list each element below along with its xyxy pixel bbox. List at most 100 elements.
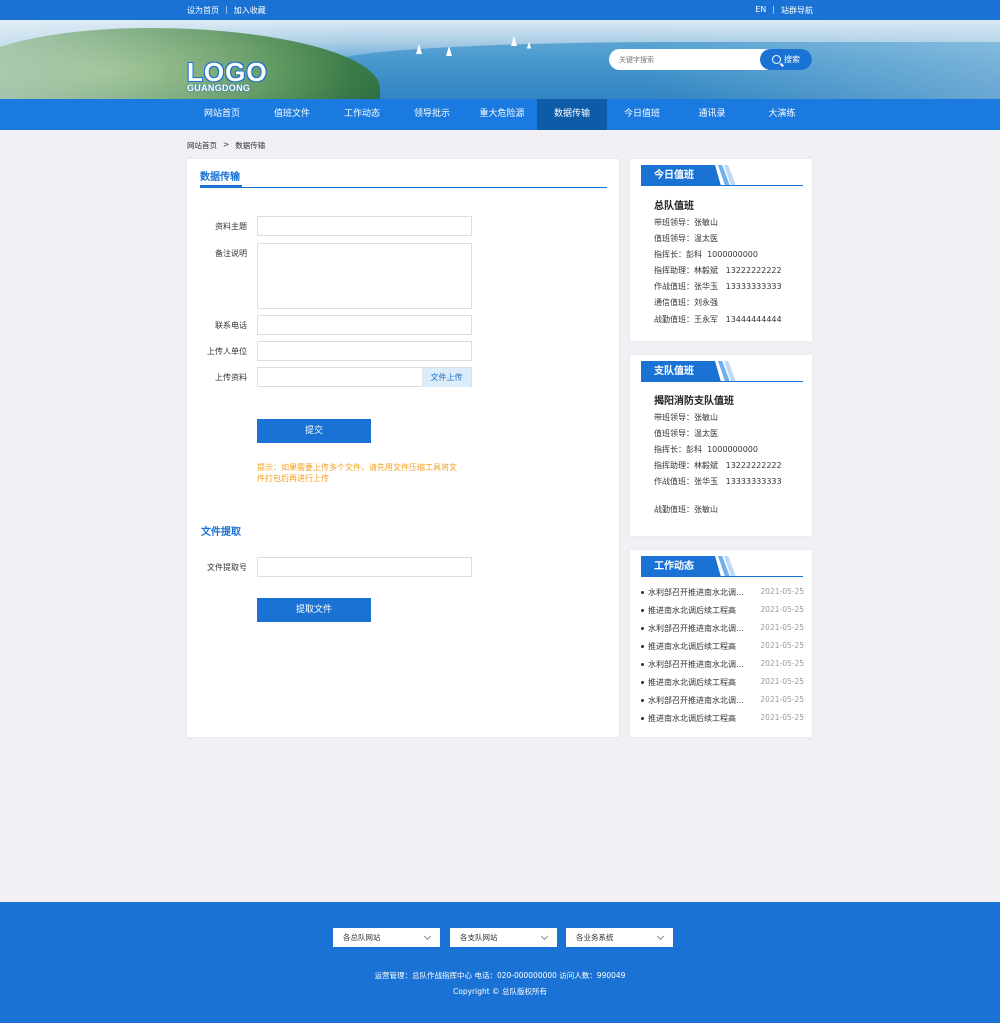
tab-underline [641,576,803,577]
duty-line: 通信值班：刘永强 [654,298,718,307]
breadcrumb-separator: > [223,140,230,149]
bullet-icon [641,663,644,666]
nav-item-today-duty[interactable]: 今日值班 [607,99,677,130]
nav-item-drill[interactable]: 大演练 [747,99,817,130]
duty-line: 指挥助理：林毅斌 13222222222 [654,461,782,470]
phone-input[interactable] [257,315,472,335]
select-corps-sites[interactable]: 各总队网站 [333,928,440,947]
bullet-icon [641,681,644,684]
news-date: 2021-05-25 [760,677,804,686]
news-date: 2021-05-25 [760,659,804,668]
header-banner: LOGO GUANGDONG 搜索 [0,20,1000,99]
search-button[interactable]: 搜索 [760,49,812,70]
upload-tip: 提示：如果需要上传多个文件，请先用文件压缩工具将文 件打包后再进行上传 [257,462,482,484]
news-title: 推进南水北调后续工程高 [648,606,736,615]
chevron-down-icon [423,932,432,941]
search-input[interactable] [619,53,759,66]
chevron-down-icon [540,932,549,941]
bullet-icon [641,627,644,630]
divider: | [772,5,775,14]
news-title: 水利部召开推进南水北调... [648,588,744,597]
search-icon [772,55,781,64]
news-date: 2021-05-25 [760,623,804,632]
bullet-icon [641,717,644,720]
unit-input[interactable] [257,341,472,361]
select-label: 各总队网站 [343,933,381,942]
sailboat-icon [446,46,452,56]
nav-item-hazards[interactable]: 重大危险源 [467,99,537,130]
duty-line: 作战值班：张华玉 13333333333 [654,282,782,291]
duty-title: 揭阳消防支队值班 [654,396,734,407]
upload-tip-line: 提示：如果需要上传多个文件，请先用文件压缩工具将文 [257,463,457,472]
search-button-label: 搜索 [784,55,800,64]
today-duty-tab: 今日值班 [641,165,711,186]
select-label: 各支队网站 [460,933,498,942]
duty-line: 战勤值班：张敏山 [654,505,718,514]
file-label: 上传资料 [215,373,247,382]
divider: | [225,5,228,14]
news-title: 推进南水北调后续工程高 [648,642,736,651]
submit-button[interactable]: 提交 [257,419,371,443]
select-detachment-sites[interactable]: 各支队网站 [450,928,557,947]
extract-code-input[interactable] [257,557,472,577]
breadcrumb: 网站首页 > 数据传输 [187,140,265,151]
duty-line: 指挥长：彭科 1000000000 [654,445,758,454]
news-date: 2021-05-25 [760,713,804,722]
sailboat-icon [511,36,517,46]
news-date: 2021-05-25 [760,695,804,704]
breadcrumb-current: 数据传输 [235,141,266,150]
branch-duty-tab: 支队值班 [641,361,711,382]
duty-line: 作战值班：张华玉 13333333333 [654,477,782,486]
upload-tip-line: 件打包后再进行上传 [257,474,329,483]
news-title: 水利部召开推进南水北调... [648,660,744,669]
news-title: 水利部召开推进南水北调... [648,696,744,705]
bullet-icon [641,591,644,594]
branch-duty-card: 支队值班 揭阳消防支队值班 带班领导：张敏山 值班领导：温太医 指挥长：彭科 1… [630,355,812,536]
extract-file-button[interactable]: 提取文件 [257,598,371,622]
news-date: 2021-05-25 [760,641,804,650]
bullet-icon [641,609,644,612]
work-news-card: 工作动态 水利部召开推进南水北调... 2021-05-25 推进南水北调后续工程… [630,550,812,737]
nav-item-directory[interactable]: 通讯录 [677,99,747,130]
news-title: 推进南水北调后续工程高 [648,714,736,723]
duty-line: 值班领导：温太医 [654,234,718,243]
nav-item-instructions[interactable]: 领导批示 [397,99,467,130]
sailboat-icon [526,41,532,49]
nav-item-duty-files[interactable]: 值班文件 [257,99,327,130]
nav-item-work-news[interactable]: 工作动态 [327,99,397,130]
duty-title: 总队值班 [654,201,694,212]
footer-info: 运营管理：总队作战指挥中心 电话：020-000000000 访问人数：9900… [374,971,626,980]
news-date: 2021-05-25 [760,605,804,614]
chevron-down-icon [656,932,665,941]
logo-text: LOGO [187,57,268,87]
news-title: 水利部召开推进南水北调... [648,624,744,633]
site-nav-link[interactable]: 站群导航 [781,5,813,16]
banner-mist [0,20,1000,99]
duty-line: 指挥长：彭科 1000000000 [654,250,758,259]
duty-line: 指挥助理：林毅斌 13222222222 [654,266,782,275]
work-news-tab: 工作动态 [641,556,711,577]
select-business-systems[interactable]: 各业务系统 [566,928,673,947]
sailboat-icon [416,44,422,54]
title-divider [200,187,607,188]
duty-line: 带班领导：张敏山 [654,413,718,422]
site-footer: 各总队网站 各支队网站 各业务系统 运营管理：总队作战指挥中心 电话：020-0… [0,902,1000,1023]
set-homepage-link[interactable]: 设为首页 [187,5,219,16]
remark-textarea[interactable] [257,243,472,309]
add-favorite-link[interactable]: 加入收藏 [234,5,266,16]
site-logo[interactable]: LOGO GUANGDONG [187,57,268,93]
today-duty-card: 今日值班 总队值班 带班领导：张敏山 值班领导：温太医 指挥长：彭科 10000… [630,159,812,341]
tab-underline [641,185,803,186]
select-label: 各业务系统 [576,933,614,942]
footer-copyright: Copyright © 总队版权所有 [453,987,547,996]
nav-item-home[interactable]: 网站首页 [187,99,257,130]
nav-item-data-transfer[interactable]: 数据传输 [537,99,607,130]
news-title: 推进南水北调后续工程高 [648,678,736,687]
unit-label: 上传人单位 [207,347,247,356]
breadcrumb-home[interactable]: 网站首页 [187,140,217,151]
bullet-icon [641,699,644,702]
news-date: 2021-05-25 [760,587,804,596]
subject-input[interactable] [257,216,472,236]
file-upload-button[interactable]: 文件上传 [422,368,471,387]
language-en-link[interactable]: EN [755,5,766,16]
